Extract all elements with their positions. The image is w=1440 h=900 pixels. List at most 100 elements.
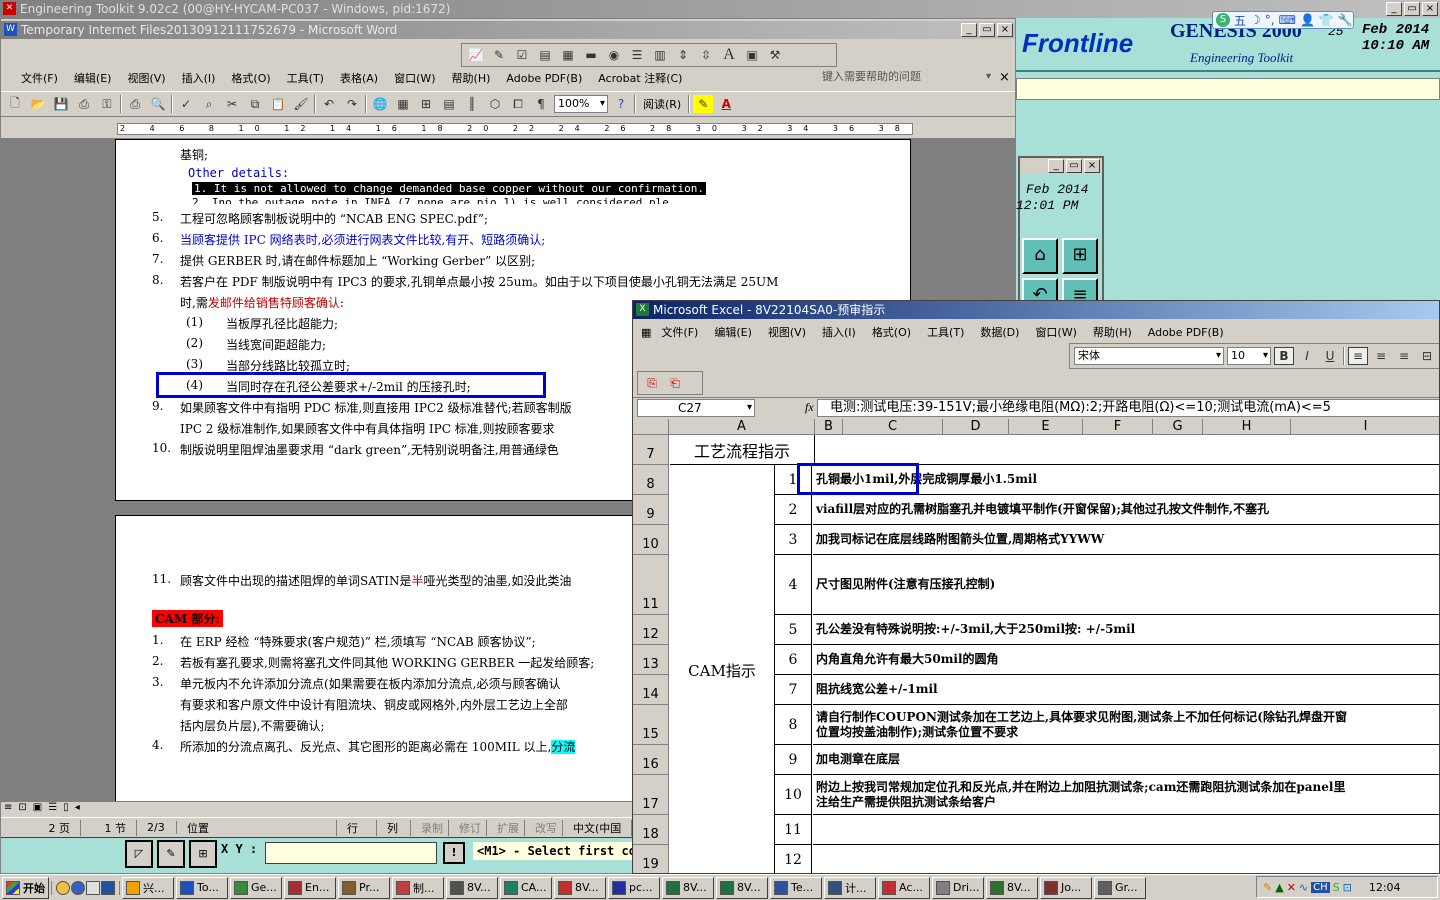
genesis-sub-close-button[interactable]: × <box>1084 159 1100 173</box>
taskbar-item[interactable]: Ge... <box>230 876 282 899</box>
convert-pdf-email-icon[interactable]: ⎗ <box>665 374 685 392</box>
cut-icon[interactable]: ✂ <box>222 95 242 113</box>
tray-clock[interactable]: 12:04 <box>1369 881 1401 894</box>
word-menu-help[interactable]: 帮助(H) <box>444 70 499 86</box>
drawing-icon[interactable]: ⬡ <box>485 95 505 113</box>
excel-menu-tools[interactable]: 工具(T) <box>919 324 972 340</box>
step-text-cell[interactable]: 请自行制作COUPON测试条加在工艺边上,具体要求见附图,测试条上不加任何标记(… <box>813 705 1439 745</box>
help-icon[interactable]: ? <box>611 95 631 113</box>
taskbar-item[interactable]: En... <box>284 876 336 899</box>
tray-triangle-icon[interactable]: ▲ <box>1275 881 1283 894</box>
spin-icon[interactable]: ⇳ <box>696 46 716 64</box>
excel-menu-adobe[interactable]: Adobe PDF(B) <box>1140 326 1232 339</box>
insert-table-icon[interactable]: ⊞ <box>416 95 436 113</box>
step-number-cell[interactable]: 7 <box>775 675 812 705</box>
quicklaunch-icon-3[interactable] <box>86 880 100 895</box>
taskbar-item[interactable]: Te... <box>770 876 822 899</box>
scroll-left-icon[interactable]: ◂ <box>72 802 83 813</box>
convert-pdf-icon[interactable]: ⎘ <box>642 374 662 392</box>
align-center-icon[interactable]: ≡ <box>1371 347 1391 365</box>
tray-curve-icon[interactable]: ∿ <box>1299 881 1308 894</box>
italic-icon[interactable]: I <box>1297 347 1317 365</box>
genesis-tool-icon-3[interactable]: ⊞ <box>189 840 217 868</box>
step-text-cell[interactable]: 孔公差没有特殊说明按:+/-3mil,大于250mil按: +/-5mil <box>813 615 1439 645</box>
quicklaunch-icon-2[interactable] <box>71 880 85 895</box>
chart-icon[interactable]: 📈 <box>466 46 486 64</box>
quicklaunch-icon-4[interactable] <box>101 880 115 895</box>
taskbar-item[interactable]: 8V... <box>446 876 498 899</box>
taskbar-item[interactable]: Gr... <box>1094 876 1146 899</box>
genesis-sub-minimize-button[interactable]: _ <box>1048 159 1064 173</box>
checkbox-icon[interactable]: ☑ <box>512 46 532 64</box>
row-header[interactable]: 16 <box>633 745 669 775</box>
keyboard-icon[interactable]: ⌨ <box>1279 13 1296 27</box>
taskbar-item[interactable]: 计... <box>824 876 876 899</box>
undo-icon[interactable]: ↶ <box>319 95 339 113</box>
word-menu-file[interactable]: 文件(F) <box>13 70 66 86</box>
fx-icon[interactable]: fx <box>805 400 814 415</box>
step-number-cell[interactable]: 11 <box>775 815 812 845</box>
row7-label[interactable]: 工艺流程指示 <box>670 435 815 465</box>
taskbar-item[interactable]: Pr... <box>338 876 390 899</box>
row-header[interactable]: 7 <box>633 435 669 465</box>
combo-box-icon[interactable]: ▥ <box>650 46 670 64</box>
frame-icon[interactable]: ▦ <box>558 46 578 64</box>
taskbar-item[interactable]: Jo... <box>1040 876 1092 899</box>
shirt-icon[interactable]: 👕 <box>1319 13 1334 27</box>
row-header[interactable]: 11 <box>633 555 669 615</box>
toolkit-close-button[interactable]: × <box>1422 2 1438 16</box>
formula-input[interactable]: 电测:测试电压:39-151V;最小绝缘电阻(MΩ):2;开路电阻(Ω)<=10… <box>817 399 1439 417</box>
word-menu-insert[interactable]: 插入(I) <box>174 70 224 86</box>
step-text-cell[interactable]: 阻抗线宽公差+/-1mil <box>813 675 1439 705</box>
scroll-icon[interactable]: ⇕ <box>673 46 693 64</box>
redo-icon[interactable]: ↷ <box>342 95 362 113</box>
step-number-cell[interactable]: 3 <box>775 525 812 555</box>
highlight-icon[interactable]: ✎ <box>693 95 714 113</box>
col-header-a[interactable]: A <box>669 419 815 435</box>
word-menu-format[interactable]: 格式(O) <box>223 70 278 86</box>
align-left-icon[interactable]: ≡ <box>1348 347 1368 365</box>
print-preview-icon[interactable]: 🔍 <box>148 95 168 113</box>
taskbar-item[interactable]: 制... <box>392 876 444 899</box>
word-minimize-button[interactable]: _ <box>961 23 977 37</box>
help-search-input[interactable]: 键入需要帮助的问题 <box>819 69 993 87</box>
tray-pen-icon[interactable]: ✎ <box>1263 881 1272 894</box>
status-extend[interactable]: 扩展 <box>487 819 525 836</box>
row-header[interactable]: 17 <box>633 775 669 815</box>
doc-map-icon[interactable]: ⧠ <box>508 95 528 113</box>
taskbar-item[interactable]: Ac... <box>878 876 930 899</box>
spreadsheet-grid[interactable]: A B C D E F G H I 7 工艺流程指示 8 1 孔铜最小1mil,外层完成… <box>633 419 1439 873</box>
step-number-cell[interactable]: 10 <box>775 775 812 815</box>
word-menu-adobe[interactable]: Adobe PDF(B) <box>498 72 590 85</box>
row7-filler[interactable] <box>815 435 1439 465</box>
word-menu-view[interactable]: 视图(V) <box>119 70 173 86</box>
step-text-cell[interactable]: 加我司标记在底层线路附图箭头位置,周期格式YYWW <box>813 525 1439 555</box>
step-number-cell[interactable]: 2 <box>775 495 812 525</box>
show-hide-icon[interactable]: ¶ <box>531 95 551 113</box>
merge-center-icon[interactable]: ⊟ <box>1417 347 1437 365</box>
copy-icon[interactable]: ⧉ <box>245 95 265 113</box>
columns-icon[interactable]: ║ <box>462 95 482 113</box>
print-view-icon[interactable]: ▣ <box>30 802 45 813</box>
normal-view-icon[interactable]: ≡ <box>1 802 15 813</box>
label-icon[interactable]: A <box>719 46 739 64</box>
excel-titlebar[interactable]: X Microsoft Excel - 8V22104SA0-预审指示 <box>633 301 1439 319</box>
taskbar-item[interactable]: 8V... <box>986 876 1038 899</box>
excel-menu-view[interactable]: 视图(V) <box>760 324 814 340</box>
moon-icon[interactable]: ☽ <box>1250 13 1261 27</box>
word-menu-acrobat[interactable]: Acrobat 注释(C) <box>590 70 690 86</box>
row-header[interactable]: 13 <box>633 645 669 675</box>
outline-view-icon[interactable]: ☰ <box>45 802 60 813</box>
row-header[interactable]: 14 <box>633 675 669 705</box>
grid-icon[interactable]: ⊞ <box>1062 238 1098 274</box>
word-close-button[interactable]: × <box>997 23 1013 37</box>
excel-menu-edit[interactable]: 编辑(E) <box>706 324 760 340</box>
status-overtype[interactable]: 改写 <box>525 819 563 836</box>
row-header[interactable]: 10 <box>633 525 669 555</box>
ime-mode[interactable]: 五 <box>1234 12 1246 29</box>
font-name-select[interactable]: 宋体 <box>1074 347 1224 365</box>
step-text-cell[interactable]: viafill层对应的孔需树脂塞孔并电镀填平制作(开窗保留);其他过孔按文件制作… <box>813 495 1439 525</box>
status-record[interactable]: 录制 <box>411 819 449 836</box>
step-number-cell[interactable]: 4 <box>775 555 812 615</box>
sogou-icon[interactable]: S <box>1216 13 1230 27</box>
